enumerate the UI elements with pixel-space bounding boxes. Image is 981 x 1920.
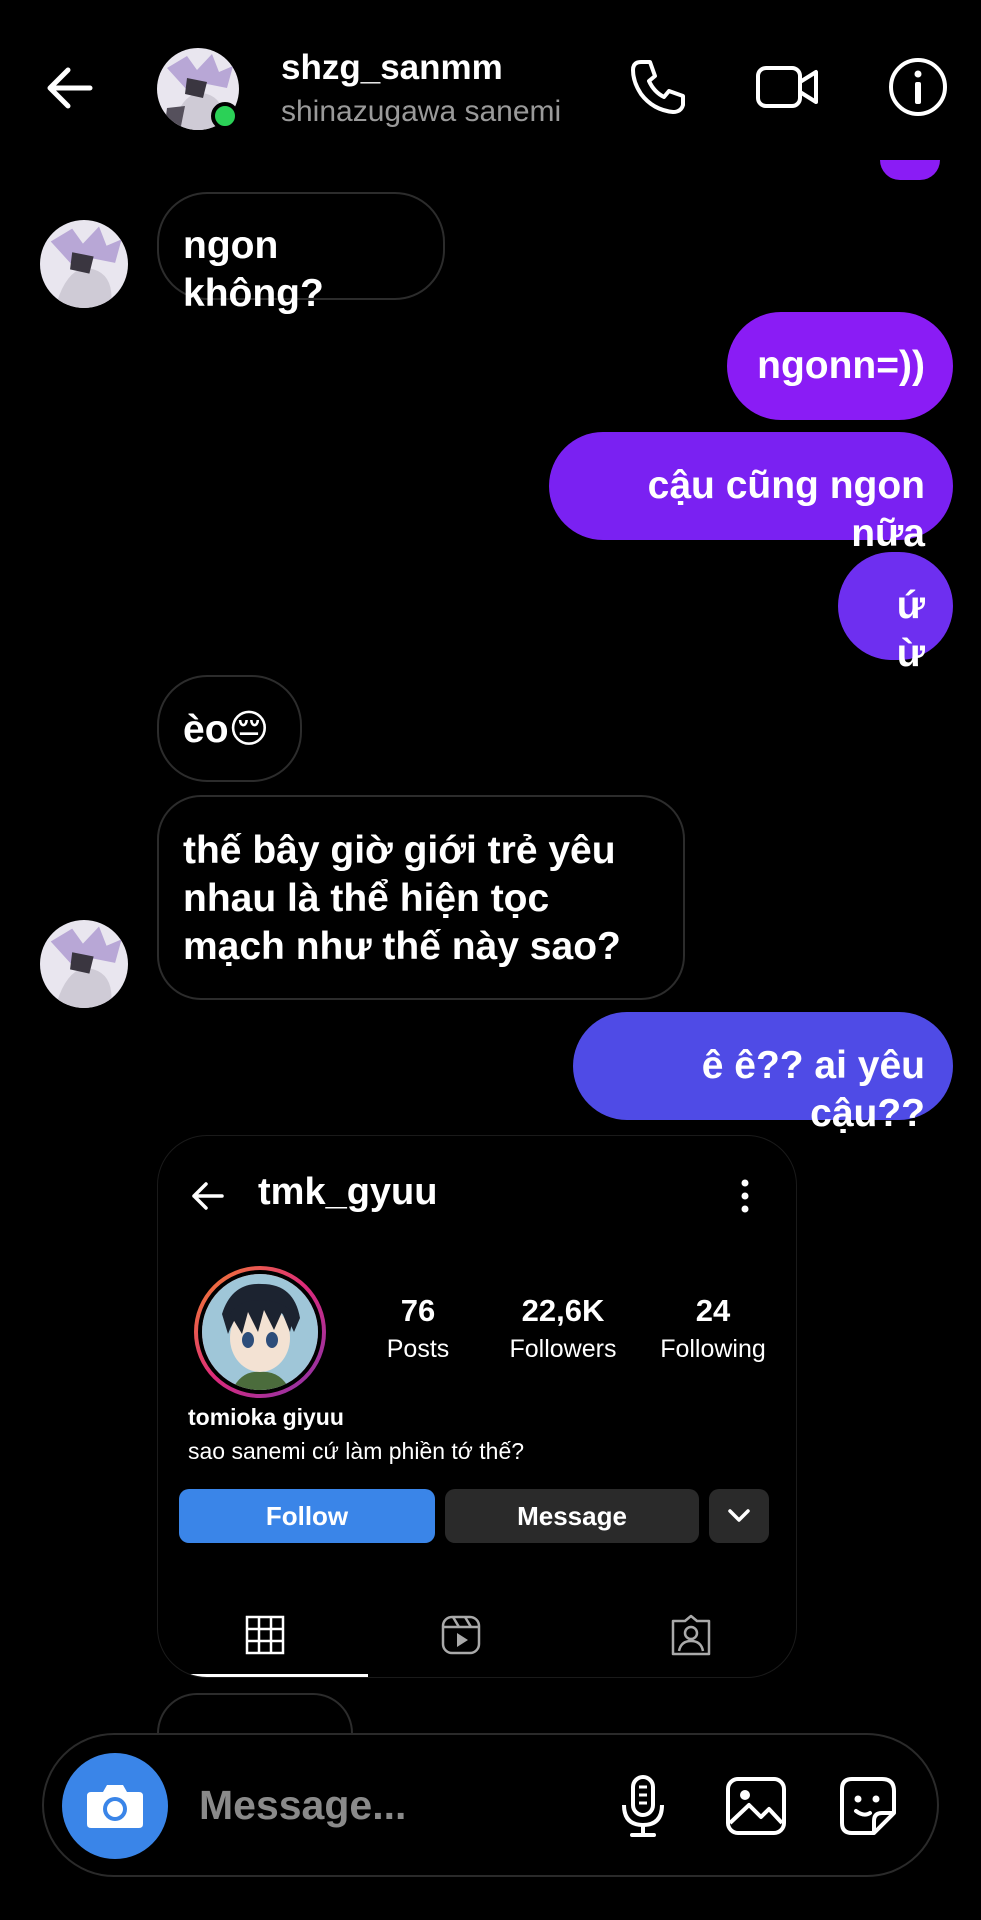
video-camera-icon[interactable] [752, 52, 822, 122]
online-status-dot [211, 102, 239, 130]
message-input[interactable] [199, 1782, 579, 1829]
camera-button[interactable] [62, 1753, 168, 1859]
posts-stat[interactable]: 76 Posts [368, 1293, 468, 1364]
message-received[interactable]: ngon không? [157, 192, 445, 315]
shared-profile-card[interactable]: tmk_gyuu 76 Posts 22,6K Followers 24 Fol… [157, 1135, 797, 1678]
sender-avatar[interactable] [40, 920, 128, 1008]
following-stat[interactable]: 24 Following [648, 1293, 778, 1364]
camera-icon [87, 1785, 143, 1828]
profile-bio: sao sanemi cứ làm phiền tớ thế? [188, 1438, 525, 1464]
profile-avatar [194, 1266, 326, 1398]
active-tab-indicator [158, 1674, 368, 1677]
message-sent[interactable]: ê ê?? ai yêu cậu?? [573, 1012, 953, 1135]
contact-username[interactable]: shzg_sanmm [281, 48, 503, 88]
tagged-icon[interactable] [669, 1613, 713, 1657]
chat-header: shzg_sanmm shinazugawa sanemi [0, 0, 981, 178]
message-sent[interactable]: cậu cũng ngon nữa [549, 432, 953, 555]
message-received-partial [157, 1693, 353, 1733]
back-arrow-icon [192, 1182, 224, 1210]
followers-stat[interactable]: 22,6K Followers [491, 1293, 635, 1364]
message-sent[interactable]: ứ ừ [838, 552, 953, 675]
message-composer [42, 1733, 939, 1877]
message-sent[interactable]: ngonn=)) [727, 312, 953, 420]
info-icon[interactable] [883, 52, 953, 122]
message-received[interactable]: thế bây giờ giới trẻ yêu nhau là thể hiệ… [157, 795, 685, 1000]
gallery-icon[interactable] [723, 1773, 789, 1839]
contact-display-name: shinazugawa sanemi [281, 95, 562, 128]
message-button[interactable]: Message [445, 1489, 699, 1543]
grid-icon[interactable] [243, 1613, 287, 1657]
sender-avatar[interactable] [40, 220, 128, 308]
chevron-down-icon [728, 1509, 750, 1522]
phone-icon[interactable] [623, 52, 693, 122]
profile-username: tmk_gyuu [258, 1171, 438, 1213]
message-received[interactable]: èo😔 [157, 675, 302, 782]
back-arrow-icon[interactable] [40, 58, 100, 118]
reels-icon[interactable] [439, 1613, 483, 1657]
microphone-icon[interactable] [610, 1773, 676, 1839]
more-vertical-icon [741, 1179, 749, 1213]
profile-full-name: tomioka giyuu [188, 1404, 344, 1430]
suggestions-dropdown-button[interactable] [709, 1489, 769, 1543]
sticker-icon[interactable] [834, 1773, 900, 1839]
follow-button[interactable]: Follow [179, 1489, 435, 1543]
